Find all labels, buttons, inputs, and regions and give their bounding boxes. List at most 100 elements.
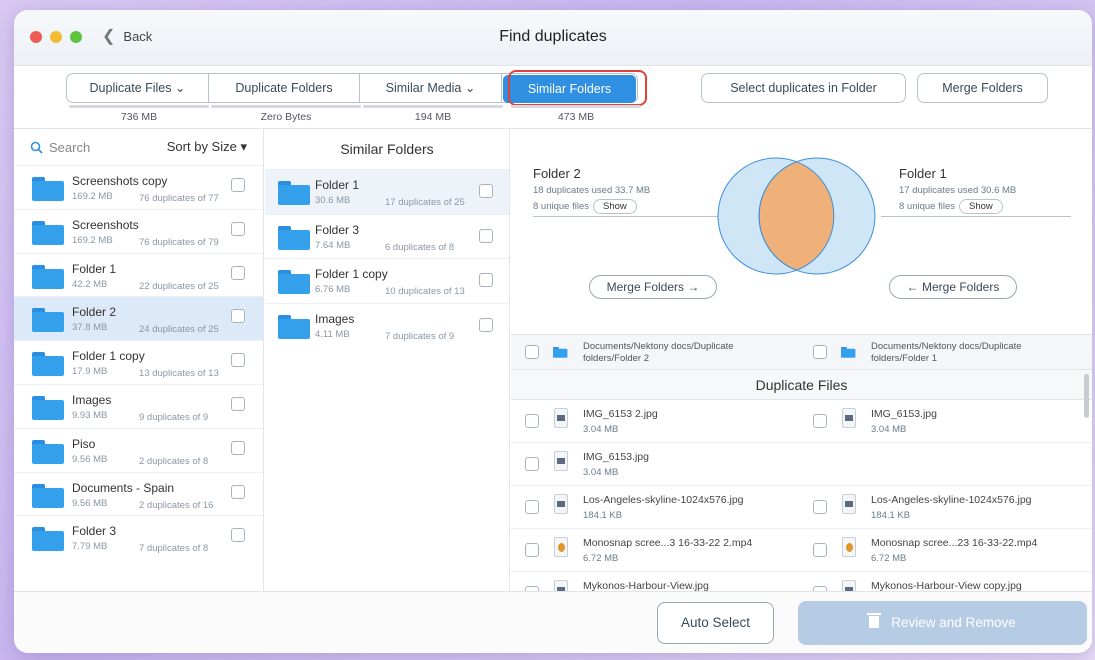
folder-checkbox[interactable]: [479, 184, 493, 198]
folder-size: 4.11 MB: [315, 328, 350, 340]
review-and-remove-label: Review and Remove: [891, 615, 1016, 630]
folder-checkbox[interactable]: [231, 265, 245, 280]
file-size: 184.1 KB: [583, 510, 623, 521]
folder-checkbox[interactable]: [231, 309, 245, 324]
folder-duplicates-count: 17 duplicates of 25: [385, 197, 465, 208]
folder-duplicates-count: 7 duplicates of 8: [139, 543, 209, 555]
duplicate-files-header: Duplicate Files: [511, 370, 1092, 400]
folder-size: 37.8 MB: [72, 322, 108, 334]
video-file-icon: [554, 537, 568, 557]
folder-checkbox[interactable]: [479, 317, 493, 332]
right-folder-title: Folder 1: [899, 166, 947, 181]
folder-checkbox[interactable]: [479, 228, 493, 243]
folder-duplicates-count: 76 duplicates of 77: [139, 193, 219, 204]
left-folder-path: Documents/Nektony docs/Duplicate folders…: [583, 341, 734, 364]
similar-folder-item[interactable]: Folder 3 7.64 MB 6 duplicates of 8: [265, 213, 509, 259]
folder-name: Folder 2: [72, 305, 117, 320]
tab-duplicate-files[interactable]: Duplicate Files ⌄: [67, 74, 209, 102]
file-checkbox[interactable]: [813, 414, 827, 428]
merge-into-right-button[interactable]: Merge Folders →: [589, 275, 717, 299]
select-duplicates-in-folder-button[interactable]: Select duplicates in Folder: [701, 73, 906, 103]
file-name: Los-Angeles-skyline-1024x576.jpg: [583, 494, 744, 506]
folder-checkbox[interactable]: [479, 273, 493, 287]
file-checkbox[interactable]: [525, 543, 539, 557]
search-field[interactable]: Search: [30, 140, 90, 155]
similar-folder-item[interactable]: Images 4.11 MB 7 duplicates of 9: [265, 302, 509, 348]
folder-list-item[interactable]: Piso 9.56 MB 2 duplicates of 8: [14, 427, 263, 472]
search-icon: [30, 141, 43, 154]
window-title: Find duplicates: [499, 28, 607, 45]
folder-name: Folder 3: [72, 524, 117, 539]
file-name: Mykonos-Harbour-View copy.jpg: [871, 580, 1022, 591]
folder-list-item[interactable]: Documents - Spain 9.56 MB 2 duplicates of …: [14, 471, 263, 516]
folder-name: Folder 1 copy: [315, 267, 388, 281]
folder-name: Screenshots copy: [72, 174, 168, 188]
left-folder-checkbox[interactable]: [525, 345, 539, 359]
folder-icon: [32, 352, 64, 377]
folder-name: Folder 3: [315, 222, 360, 237]
tab-duplicate-folders[interactable]: Duplicate Folders: [209, 74, 360, 102]
show-right-unique-button[interactable]: Show: [958, 199, 1003, 214]
show-left-unique-button[interactable]: Show: [592, 199, 637, 214]
folder-icon: [32, 527, 64, 552]
folder-name: Images: [315, 311, 355, 326]
folder-checkbox[interactable]: [231, 178, 245, 192]
similar-folder-item[interactable]: Folder 1 30.6 MB 17 duplicates of 25: [265, 169, 509, 214]
folder-icon: [32, 264, 64, 289]
file-size: 3.04 MB: [871, 424, 907, 435]
folder-size: 169.2 MB: [72, 191, 113, 202]
folder-name: Screenshots: [72, 217, 139, 232]
folder-list-item[interactable]: Folder 3 7.79 MB 7 duplicates of 8: [14, 515, 263, 559]
tab-size-bar: [211, 105, 361, 108]
left-unique-label: 8 unique files: [533, 201, 589, 212]
folder-icon: [32, 220, 64, 245]
folder-list-item[interactable]: Screenshots copy 169.2 MB 76 duplicates of…: [14, 165, 263, 209]
file-checkbox[interactable]: [525, 500, 539, 514]
review-and-remove-button[interactable]: Review and Remove: [798, 601, 1087, 645]
image-file-icon: [554, 494, 568, 514]
file-size: 184.1 KB: [871, 510, 911, 521]
scrollbar-thumb[interactable]: [1084, 374, 1089, 418]
image-file-icon: [554, 451, 568, 471]
file-checkbox[interactable]: [525, 414, 539, 428]
file-checkbox[interactable]: [813, 500, 827, 514]
folder-list-item[interactable]: Screenshots 169.2 MB 76 duplicates of 79: [14, 208, 263, 253]
folder-duplicates-count: 76 duplicates of 79: [139, 236, 219, 248]
folder-size: 30.6 MB: [315, 195, 351, 206]
folder-checkbox[interactable]: [231, 221, 245, 236]
folder-checkbox[interactable]: [231, 440, 245, 455]
folder-checkbox[interactable]: [231, 528, 245, 543]
folder-list-item[interactable]: Folder 1 42.2 MB 22 duplicates of 25: [14, 252, 263, 297]
right-unique-label: 8 unique files: [899, 201, 955, 212]
folder-duplicates-count: 22 duplicates of 25: [139, 280, 219, 292]
folder-size: 7.64 MB: [315, 239, 351, 251]
right-folder-unique: 8 unique files Show: [899, 199, 1003, 214]
merge-into-left-button[interactable]: ← Merge Folders: [889, 275, 1017, 299]
folder-duplicates-count: 2 duplicates of 8: [139, 455, 209, 467]
right-folder-path: Documents/Nektony docs/Duplicate folders…: [871, 341, 1022, 364]
auto-select-button[interactable]: Auto Select: [657, 602, 774, 644]
folder-checkbox[interactable]: [231, 353, 245, 368]
trash-icon: [867, 613, 882, 628]
folder-duplicates-count: 24 duplicates of 25: [139, 324, 219, 336]
folder-list-item[interactable]: Folder 2 37.8 MB 24 duplicates of 25: [14, 296, 263, 341]
file-size: 6.72 MB: [871, 553, 907, 564]
tab-highlight-outline: [508, 70, 647, 106]
file-checkbox[interactable]: [813, 543, 827, 557]
folder-icon: [32, 483, 64, 508]
file-checkbox[interactable]: [525, 457, 539, 471]
folder-checkbox[interactable]: [231, 484, 245, 499]
folder-list-item[interactable]: Folder 1 copy 17.9 MB 13 duplicates of 13: [14, 340, 263, 384]
folder-checkbox[interactable]: [231, 396, 245, 411]
image-file-icon: [842, 580, 856, 591]
merge-folders-button[interactable]: Merge Folders: [917, 73, 1048, 103]
sort-dropdown[interactable]: Sort by Size ▾: [167, 139, 247, 155]
tab-similar-media[interactable]: Similar Media ⌄: [360, 74, 502, 102]
left-folder-unique: 8 unique files Show: [533, 199, 637, 214]
folder-size: 42.2 MB: [72, 278, 108, 290]
folder-list-item[interactable]: Images 9.93 MB 9 duplicates of 9: [14, 383, 263, 428]
folder-icon: [553, 347, 568, 358]
right-folder-checkbox[interactable]: [813, 345, 827, 359]
folder-icon: [278, 181, 310, 205]
similar-folder-item[interactable]: Folder 1 copy 6.76 MB 10 duplicates of 13: [265, 258, 509, 303]
